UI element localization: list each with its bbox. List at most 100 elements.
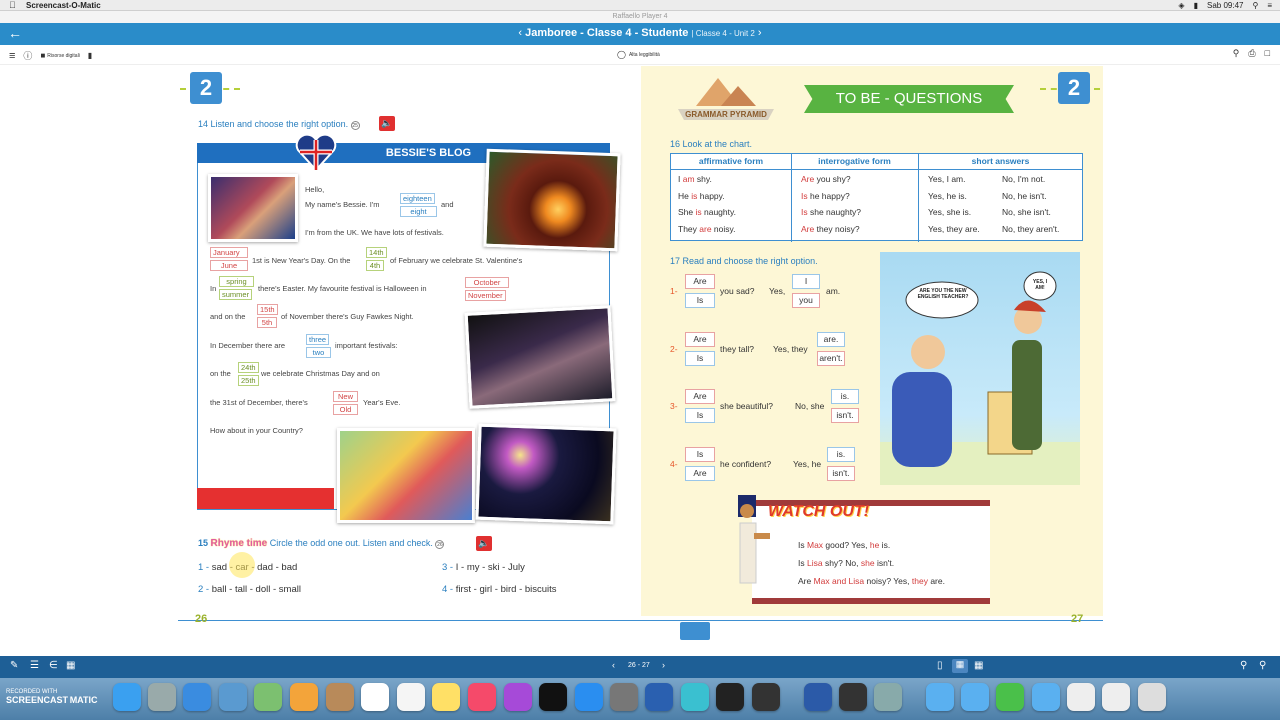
tv-icon[interactable] (539, 683, 567, 711)
image-capture-icon[interactable] (874, 683, 902, 711)
option-spring[interactable]: spring (219, 276, 254, 287)
ex17-option-is[interactable]: Is (685, 293, 715, 308)
option-5th[interactable]: 5th (257, 317, 277, 328)
alta-leggibilita-link[interactable]: Alta leggibilità (629, 52, 660, 58)
word-icon[interactable] (804, 683, 832, 711)
info-icon[interactable]: ⓘ (23, 49, 32, 62)
ex17-answer-option[interactable]: is. (827, 446, 855, 462)
option-25th[interactable]: 25th (238, 375, 259, 386)
finder-icon[interactable] (113, 683, 141, 711)
trash-icon[interactable] (1138, 683, 1166, 711)
zoom-out-icon[interactable]: ⚲ (1240, 660, 1247, 671)
app-name[interactable]: Screencast-O-Matic (26, 1, 101, 10)
menu-icon[interactable]: ≡ (1267, 1, 1272, 10)
bookmark-icon[interactable]: ▮ (88, 51, 92, 60)
ex17-answer-option[interactable]: isn't. (827, 465, 855, 481)
screenshot-icon[interactable] (752, 683, 780, 711)
accessibility-icon[interactable]: ◯ (617, 50, 626, 59)
ex17-answer-option[interactable]: isn't. (831, 408, 859, 423)
photos-icon[interactable] (290, 683, 318, 711)
folder-icon[interactable]: ■ (40, 51, 45, 60)
apple-icon[interactable]:  (9, 0, 16, 10)
audio-speaker-icon[interactable]: 🔈 (379, 116, 395, 131)
ex15-item[interactable]: 2 - ball - tall - doll - small (198, 584, 301, 595)
cleaner-icon[interactable] (996, 683, 1024, 711)
single-page-icon[interactable]: ▯ (937, 660, 943, 671)
next-page-icon[interactable]: › (662, 660, 665, 670)
contacts-icon[interactable] (326, 683, 354, 711)
search-icon[interactable]: ⚲ (1233, 48, 1240, 59)
ex15-item[interactable]: 3 - I - my - ski - July (442, 562, 525, 573)
option-june[interactable]: June (210, 260, 248, 271)
book-title[interactable]: ‹ Jamboree - Classe 4 - Studente | Class… (0, 27, 1280, 39)
zoom-in-icon[interactable]: ⚲ (1259, 660, 1266, 671)
prev-page-icon[interactable]: ‹ (612, 660, 615, 670)
podcasts-icon[interactable] (504, 683, 532, 711)
option-eighteen[interactable]: eighteen (400, 193, 435, 204)
ex17-option-is[interactable]: Is (685, 408, 715, 423)
ex15-item[interactable]: 4 - first - girl - bird - biscuits (442, 584, 557, 595)
option-october[interactable]: October (465, 277, 509, 288)
folder-icon[interactable] (961, 683, 989, 711)
ex17-option-is[interactable]: Is (685, 350, 715, 366)
reminders-icon[interactable] (397, 683, 425, 711)
double-page-icon[interactable]: ▦ (952, 659, 968, 673)
wifi-icon[interactable]: ◈ (1178, 1, 1184, 10)
ex17-option-are[interactable]: Are (685, 389, 715, 404)
folder-icon[interactable] (926, 683, 954, 711)
thumbnail-grid-icon[interactable]: ▦ (974, 660, 983, 671)
page-indicator[interactable]: 26 - 27 (628, 662, 650, 669)
option-summer[interactable]: summer (219, 289, 253, 300)
ex17-option-are[interactable]: Are (685, 465, 715, 481)
book-icon[interactable] (680, 622, 710, 640)
ex17-answer-option[interactable]: is. (831, 389, 859, 404)
battery-icon[interactable]: ▮ (1194, 1, 1198, 10)
ex17-option-are[interactable]: Are (685, 331, 715, 347)
folder-icon[interactable] (1032, 683, 1060, 711)
notes-icon[interactable] (432, 683, 460, 711)
option-old[interactable]: Old (333, 404, 358, 415)
black-app-icon[interactable] (716, 683, 744, 711)
document-icon[interactable] (1067, 683, 1095, 711)
option-15th[interactable]: 15th (257, 304, 278, 315)
fullscreen-icon[interactable]: □ (1265, 48, 1270, 59)
option-4th[interactable]: 4th (366, 260, 384, 271)
hamburger-menu-icon[interactable]: ≡ (9, 50, 15, 62)
option-eight[interactable]: eight (400, 206, 437, 217)
maps-icon[interactable] (254, 683, 282, 711)
safari-icon[interactable] (183, 683, 211, 711)
quicktime-icon[interactable] (839, 683, 867, 711)
option-november[interactable]: November (465, 290, 506, 301)
ex17-option-are[interactable]: Are (685, 274, 715, 289)
audio-speaker-icon[interactable]: 🔈 (476, 536, 492, 551)
option-14th[interactable]: 14th (366, 247, 387, 258)
document-icon[interactable] (1102, 683, 1130, 711)
next-chevron-icon[interactable]: › (758, 27, 762, 39)
option-three[interactable]: three (306, 334, 330, 345)
ex17-answer-option[interactable]: you (792, 293, 820, 308)
option-two[interactable]: two (306, 347, 331, 358)
attachment-icon[interactable]: ∈ (49, 660, 58, 671)
grid-icon[interactable]: ▦ (66, 660, 75, 671)
ex17-answer-option[interactable]: are. (817, 331, 845, 347)
system-preferences-icon[interactable] (610, 683, 638, 711)
search-icon[interactable]: ⚲ (1252, 1, 1258, 10)
launchpad-icon[interactable] (148, 683, 176, 711)
app-store-icon[interactable] (575, 683, 603, 711)
print-icon[interactable]: ⎙ (1248, 48, 1255, 59)
calendar-icon[interactable] (361, 683, 389, 711)
preview-icon[interactable] (219, 683, 247, 711)
risorse-digitali-link[interactable]: Risorse digitali (47, 53, 80, 59)
ex17-answer-option[interactable]: I (792, 274, 820, 289)
pen-icon[interactable]: ✎ (10, 660, 18, 671)
raffaello-icon[interactable] (645, 683, 673, 711)
clock[interactable]: Sab 09:47 (1207, 1, 1243, 10)
option-january[interactable]: January (210, 247, 248, 258)
notes-icon[interactable]: ☰ (30, 660, 39, 671)
music-icon[interactable] (468, 683, 496, 711)
option-new[interactable]: New (333, 391, 358, 402)
option-24th[interactable]: 24th (238, 362, 259, 373)
ex17-answer-option[interactable]: aren't. (817, 350, 845, 366)
pixelmator-icon[interactable] (681, 683, 709, 711)
ex17-option-is[interactable]: Is (685, 446, 715, 462)
